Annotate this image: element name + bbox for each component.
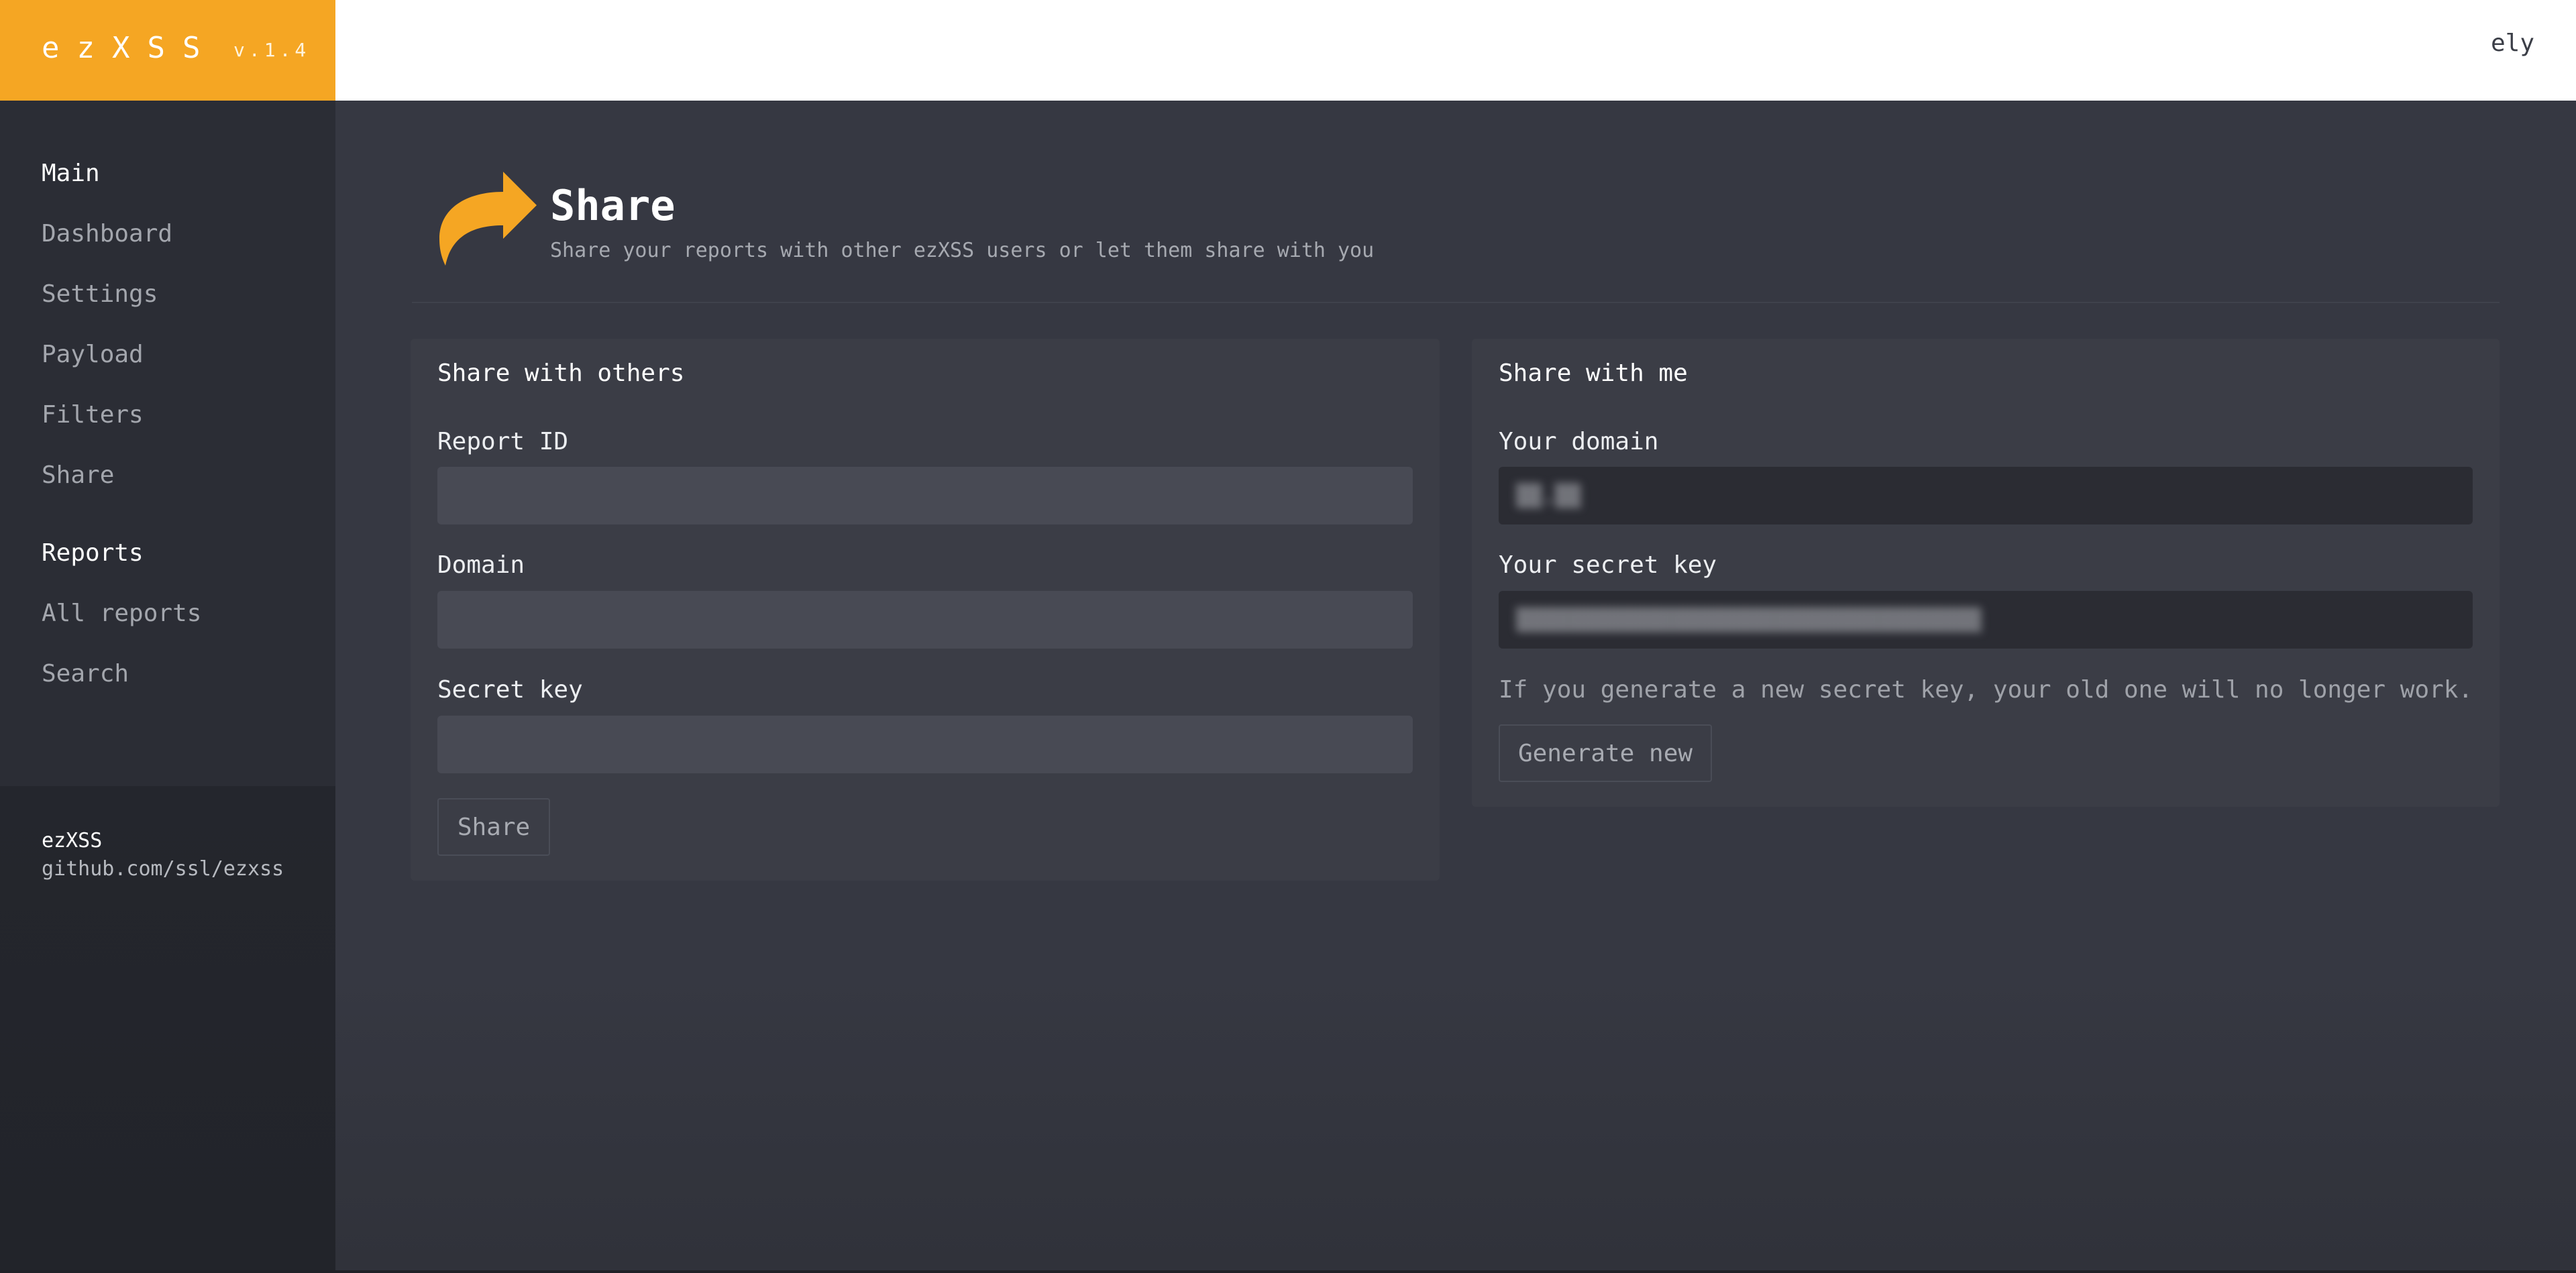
your-domain-label: Your domain <box>1499 428 1659 455</box>
domain-input[interactable] <box>437 591 1413 649</box>
share-button[interactable]: Share <box>437 798 550 856</box>
report-id-label: Report ID <box>437 428 569 455</box>
brand[interactable]: ezXSS v.1.4 <box>0 0 335 101</box>
footer-github-link[interactable]: github.com/ssl/ezxss <box>42 857 284 881</box>
header-divider <box>412 302 2500 303</box>
sidebar-item-payload[interactable]: Payload <box>42 341 144 368</box>
your-secret-key-field[interactable]: ▒▒▒▒▒▒▒▒▒▒▒▒▒▒▒▒▒▒▒▒▒▒▒▒▒▒▒▒▒▒▒▒▒▒▒▒ <box>1499 591 2473 649</box>
share-with-me-title: Share with me <box>1499 359 1688 387</box>
your-secret-key-label: Your secret key <box>1499 551 1717 579</box>
app-logo-text[interactable]: ezXSS <box>42 31 217 65</box>
secret-key-input[interactable] <box>437 716 1413 773</box>
generate-new-button[interactable]: Generate new <box>1499 724 1712 782</box>
share-arrow-icon <box>439 172 537 266</box>
top-bar: ezXSS v.1.4 ely <box>0 0 2576 101</box>
sidebar-item-filters[interactable]: Filters <box>42 401 144 429</box>
app-version: v.1.4 <box>233 39 311 61</box>
page-subtitle: Share your reports with other ezXSS user… <box>550 239 1375 262</box>
your-domain-field[interactable]: ▒▒.▒▒ <box>1499 467 2473 524</box>
your-secret-key-value: ▒▒▒▒▒▒▒▒▒▒▒▒▒▒▒▒▒▒▒▒▒▒▒▒▒▒▒▒▒▒▒▒▒▒▒▒ <box>1516 607 1982 632</box>
sidebar-item-settings[interactable]: Settings <box>42 280 158 308</box>
sidebar-item-dashboard[interactable]: Dashboard <box>42 220 172 247</box>
user-menu[interactable]: ely <box>2491 30 2534 57</box>
sidebar-item-share[interactable]: Share <box>42 461 114 489</box>
domain-label: Domain <box>437 551 525 579</box>
report-id-input[interactable] <box>437 467 1413 524</box>
sidebar-item-all-reports[interactable]: All reports <box>42 600 201 627</box>
nav-heading-reports: Reports <box>42 539 144 567</box>
footer-app-name: ezXSS <box>42 829 103 852</box>
page-title: Share <box>550 181 676 230</box>
sidebar-item-search[interactable]: Search <box>42 660 129 687</box>
share-with-others-title: Share with others <box>437 359 685 387</box>
secret-key-warning: If you generate a new secret key, your o… <box>1499 676 2473 704</box>
bottom-edge <box>0 1270 2576 1273</box>
nav-heading-main: Main <box>42 160 100 187</box>
your-domain-value: ▒▒.▒▒ <box>1516 483 1581 508</box>
secret-key-label: Secret key <box>437 676 583 704</box>
